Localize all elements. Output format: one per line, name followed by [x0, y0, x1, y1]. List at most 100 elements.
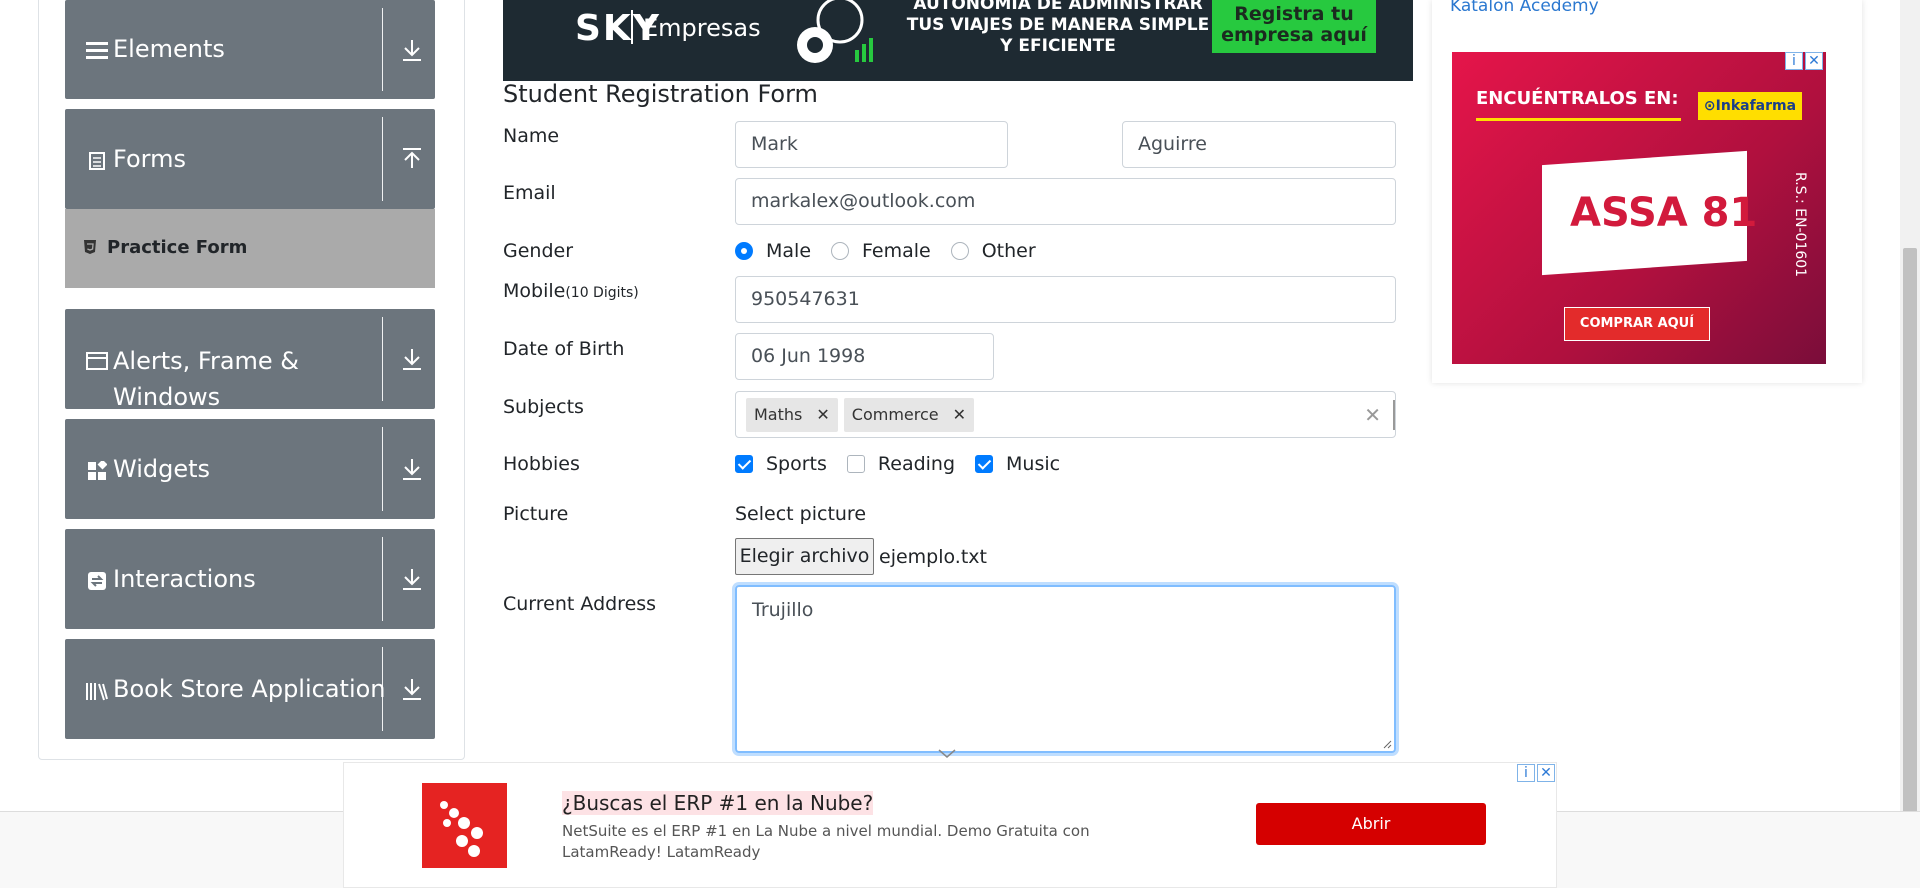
- window-icon: [85, 349, 109, 373]
- download-arrow-icon[interactable]: [399, 566, 425, 592]
- gender-radio-female[interactable]: [831, 242, 850, 260]
- document-icon: [85, 149, 109, 173]
- subject-chip: Maths ✕: [746, 397, 838, 432]
- html5-icon: [84, 240, 96, 254]
- ad-underline: [1476, 118, 1681, 121]
- mobile-label-text: Mobile: [503, 280, 566, 302]
- ad-body: NetSuite es el ERP #1 en La Nube a nivel…: [562, 822, 1090, 861]
- sidebar-group-widgets[interactable]: Widgets: [65, 419, 435, 519]
- upload-arrow-icon[interactable]: [399, 146, 425, 172]
- banner-brand-suffix: Empresas: [643, 14, 761, 42]
- widgets-icon: [85, 459, 109, 483]
- hobby-checkbox-reading[interactable]: [846, 455, 865, 473]
- choose-file-button[interactable]: Elegir archivo: [735, 538, 874, 575]
- remove-chip-icon[interactable]: ✕: [953, 405, 966, 424]
- group-divider: [382, 8, 383, 91]
- download-arrow-icon[interactable]: [399, 676, 425, 702]
- books-icon: [85, 679, 109, 703]
- scrollbar-thumb[interactable]: [1903, 248, 1917, 888]
- gender-option-label[interactable]: Female: [862, 240, 931, 262]
- email-label: Email: [503, 182, 556, 204]
- ad-info-icon[interactable]: i: [1517, 764, 1535, 782]
- ad-brand-pill: ⊙Inkafarma: [1698, 92, 1802, 120]
- sidebar-group-book-store[interactable]: Book Store Application: [65, 639, 435, 739]
- sidebar-item-label: Practice Form: [107, 237, 248, 258]
- address-label: Current Address: [503, 593, 657, 615]
- gender-label: Gender: [503, 240, 574, 262]
- sidebar-group-label: Elements: [113, 35, 225, 63]
- sidebar-group-label: Widgets: [113, 455, 211, 483]
- resize-handle-icon[interactable]: [1382, 739, 1392, 749]
- download-arrow-icon[interactable]: [399, 456, 425, 482]
- sidebar-group-label: Alerts, Frame & Windows: [113, 347, 300, 411]
- right-ad-banner[interactable]: ENCUÉNTRALOS EN: ⊙Inkafarma ASSA 81 R.S.…: [1452, 52, 1826, 364]
- download-arrow-icon[interactable]: [399, 346, 425, 372]
- subjects-label: Subjects: [503, 396, 584, 418]
- sidebar-item-practice-form[interactable]: Practice Form: [65, 209, 435, 288]
- group-divider: [382, 317, 383, 401]
- open-ad-button[interactable]: Abrir: [1256, 803, 1486, 845]
- select-picture-label: Select picture: [735, 503, 867, 525]
- close-icon[interactable]: ✕: [1805, 52, 1823, 70]
- picture-label: Picture: [503, 503, 569, 525]
- remove-chip-icon[interactable]: ✕: [816, 405, 829, 424]
- sidebar-group-alerts[interactable]: Alerts, Frame & Windows: [65, 309, 435, 411]
- buy-button[interactable]: COMPRAR AQUÍ: [1564, 307, 1710, 341]
- subject-chip: Commerce ✕: [843, 397, 975, 432]
- clear-all-icon[interactable]: ✕: [1364, 403, 1381, 427]
- close-icon[interactable]: ✕: [1537, 764, 1555, 782]
- subject-chip-label: Maths: [754, 405, 803, 424]
- current-address-textarea[interactable]: Trujillo: [735, 585, 1396, 753]
- first-name-input[interactable]: Mark: [735, 121, 1008, 168]
- katalon-image-link[interactable]: Katalon Acedemy: [1450, 0, 1599, 16]
- subject-chip-label: Commerce: [851, 405, 939, 424]
- gender-option-label[interactable]: Other: [982, 240, 1036, 262]
- hobby-label[interactable]: Sports: [766, 453, 827, 475]
- hobby-checkbox-sports[interactable]: [735, 455, 753, 473]
- traveler-graphic-icon: [797, 0, 873, 63]
- ad-headline: ENCUÉNTRALOS EN:: [1476, 88, 1679, 109]
- group-divider: [382, 117, 383, 201]
- ad-headline: ¿Buscas el ERP #1 en la Nube?: [562, 791, 874, 815]
- sidebar-group-label: Book Store Application: [113, 675, 386, 703]
- ad-info-icon[interactable]: i: [1785, 52, 1803, 70]
- hobby-checkbox-music[interactable]: [975, 455, 994, 473]
- netsuite-logo: [422, 783, 507, 868]
- sidebar-group-forms[interactable]: Forms: [65, 109, 435, 209]
- date-of-birth-input[interactable]: 06 Jun 1998: [735, 333, 994, 380]
- email-field[interactable]: markalex@outlook.com: [735, 178, 1396, 225]
- group-divider: [382, 537, 383, 621]
- dob-label: Date of Birth: [503, 338, 625, 360]
- product-name: ASSA 81: [1570, 190, 1758, 236]
- bottom-ad-banner[interactable]: ¿Buscas el ERP #1 en la Nube? NetSuite e…: [343, 762, 1557, 888]
- top-banner-ad[interactable]: SKY Empresas AUTONOMÍA DE ADMINISTRAR TU…: [503, 0, 1413, 81]
- mobile-label: Mobile(10 Digits): [503, 280, 639, 302]
- group-divider: [382, 647, 383, 731]
- last-name-input[interactable]: Aguirre: [1122, 121, 1396, 168]
- banner-divider: [631, 10, 633, 44]
- hobbies-checkbox-group: Sports Reading Music: [735, 453, 1080, 475]
- banner-copy: AUTONOMÍA DE ADMINISTRAR TUS VIAJES DE M…: [906, 0, 1210, 56]
- banner-cta-button[interactable]: Registra tu empresa aquí: [1212, 0, 1376, 53]
- hobby-label[interactable]: Music: [1006, 453, 1060, 475]
- gender-option-label[interactable]: Male: [766, 240, 811, 262]
- hobby-label[interactable]: Reading: [878, 453, 955, 475]
- form-title: Student Registration Form: [503, 80, 818, 108]
- sidebar-group-elements[interactable]: Elements: [65, 0, 435, 99]
- sidebar-group-interactions[interactable]: Interactions: [65, 529, 435, 629]
- mobile-input[interactable]: 950547631: [735, 276, 1396, 323]
- interactions-icon: [85, 569, 109, 593]
- subjects-input[interactable]: Maths ✕ Commerce ✕ ✕: [735, 391, 1396, 438]
- gender-radio-other[interactable]: [950, 242, 969, 260]
- sidebar-group-label: Forms: [113, 145, 186, 173]
- download-arrow-icon[interactable]: [399, 37, 425, 63]
- group-divider: [382, 427, 383, 511]
- gender-radio-male[interactable]: [735, 242, 753, 260]
- gender-radio-group: Male Female Other: [735, 240, 1056, 262]
- sidebar-group-label: Interactions: [113, 565, 256, 593]
- file-name-text: ejemplo.txt: [879, 546, 987, 568]
- hamburger-icon: [85, 38, 109, 62]
- chevron-down-icon[interactable]: [938, 749, 956, 759]
- mobile-label-hint: (10 Digits): [565, 285, 639, 301]
- ad-registration-text: R.S.: EN-01601: [1792, 172, 1808, 278]
